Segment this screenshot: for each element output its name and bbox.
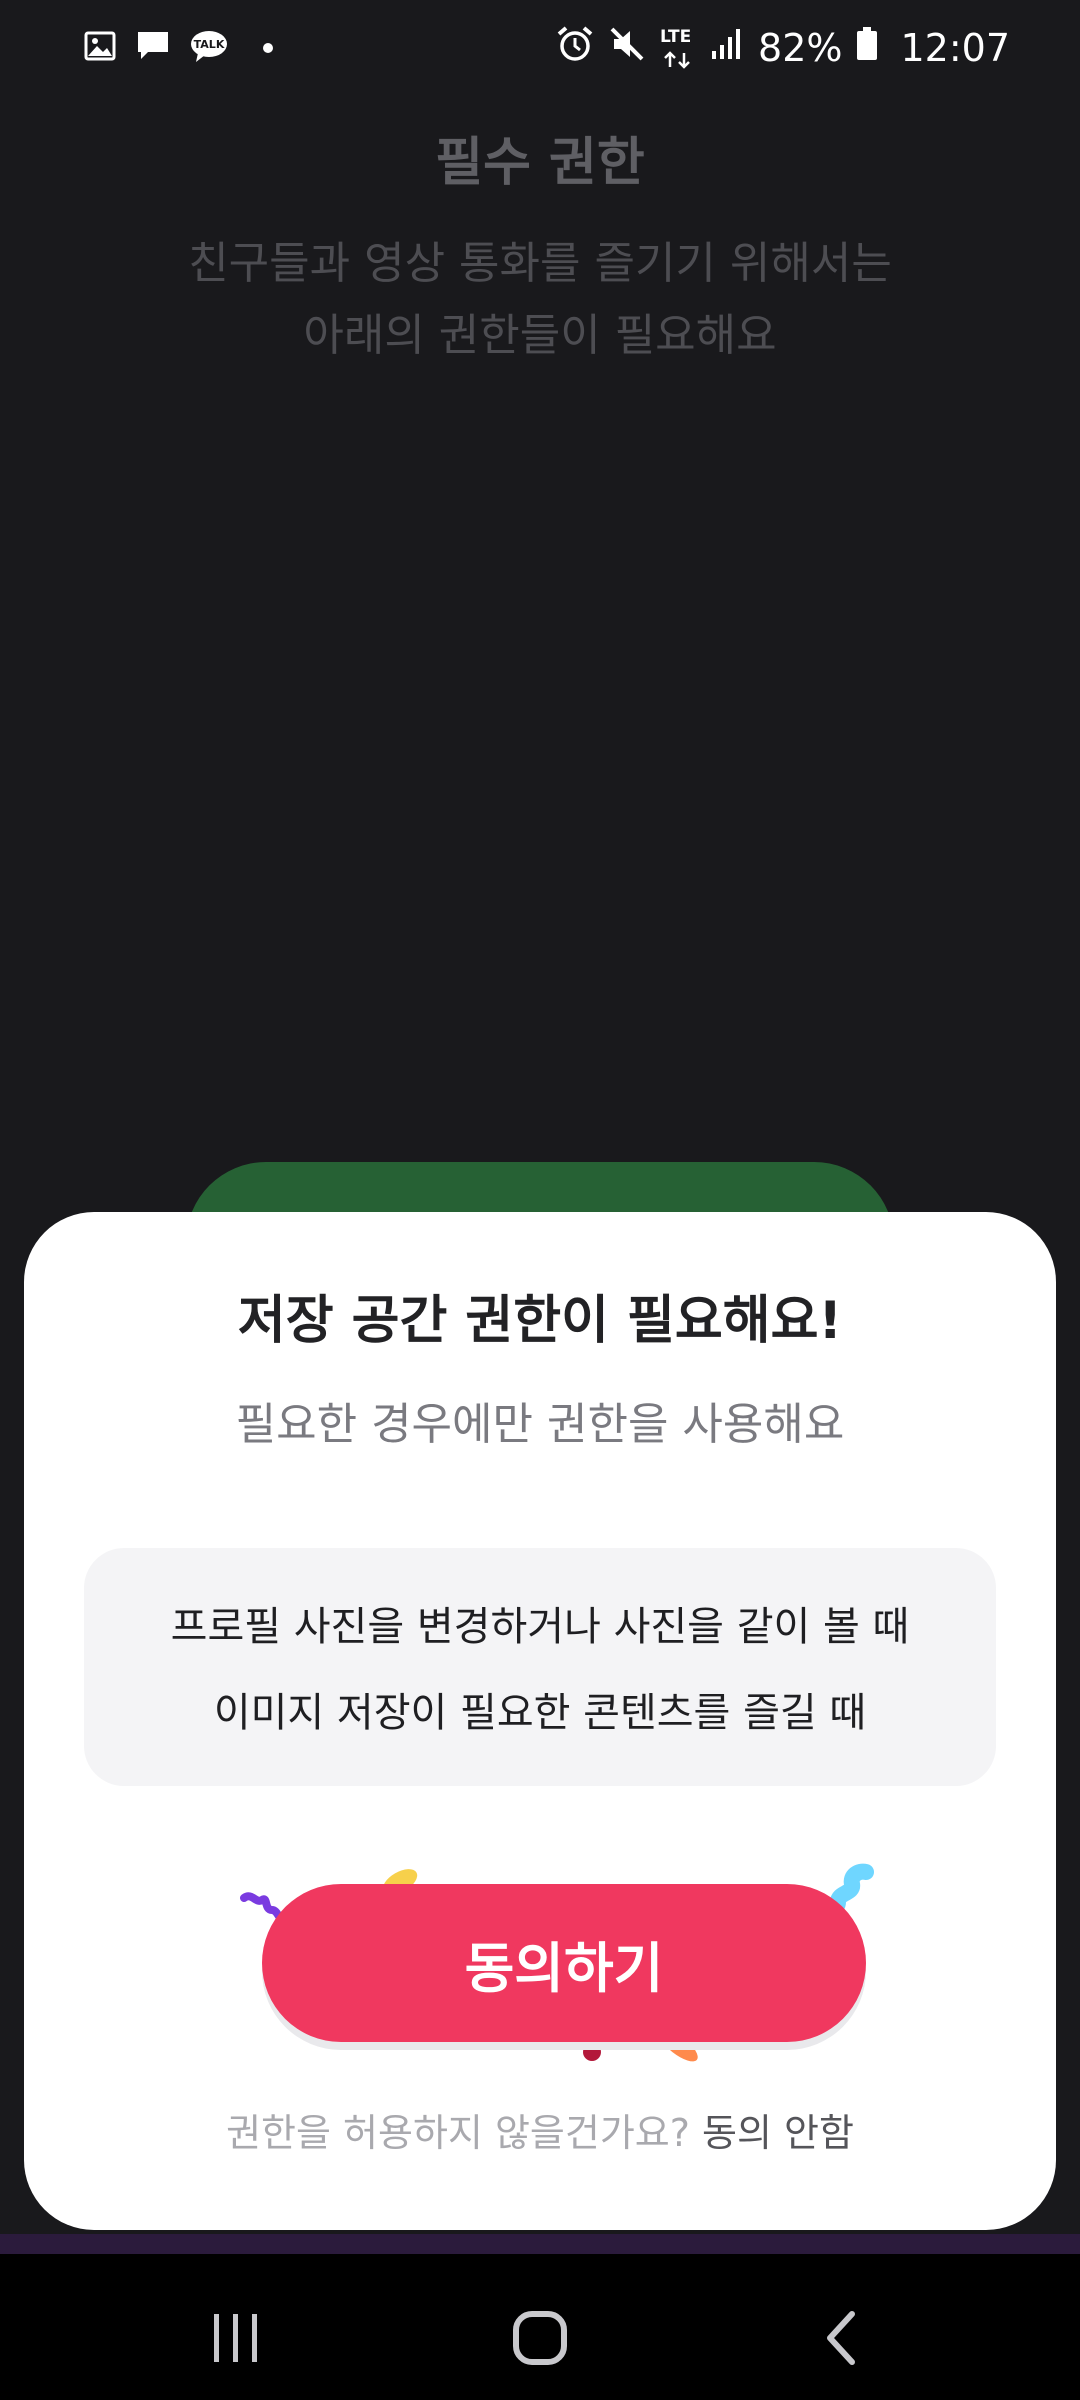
lte-label: LTE	[660, 27, 692, 47]
clock: 12:07	[900, 26, 1010, 70]
page-title: 필수 권한	[435, 133, 645, 193]
home-icon	[513, 2311, 567, 2365]
page-subtitle: 친구들과 영상 통화를 즐기기 위해서는 아래의 권한들이 필요해요	[0, 228, 1080, 372]
sheet-title: 저장 공간 권한이 필요해요!	[237, 1291, 843, 1351]
recents-button[interactable]	[196, 2298, 276, 2378]
usage-line-image-save: 이미지 저장이 필요한 콘텐츠를 즐길 때	[213, 1690, 867, 1736]
system-status: LTE 82% 12:07	[556, 20, 1010, 76]
mute-icon	[608, 25, 646, 72]
decline-row: 권한을 허용하지 않을건가요? 동의 안함	[24, 2102, 1056, 2157]
alarm-icon	[556, 25, 594, 72]
message-icon	[136, 30, 170, 66]
permission-usage-box: 프로필 사진을 변경하거나 사진을 같이 볼 때 이미지 저장이 필요한 콘텐츠…	[84, 1548, 996, 1786]
notification-icons: TALK	[84, 28, 274, 68]
kakaotalk-icon-label: TALK	[194, 38, 225, 51]
sheet-subtitle: 필요한 경우에만 권한을 사용해요	[235, 1399, 845, 1450]
system-nav-bar	[0, 2254, 1080, 2400]
page-subtitle-line2: 아래의 권한들이 필요해요	[303, 310, 777, 361]
home-button[interactable]	[500, 2298, 580, 2378]
recents-icon	[214, 2314, 257, 2362]
background-bottom-strip	[0, 2234, 1080, 2254]
page-subtitle-line1: 친구들과 영상 통화를 즐기기 위해서는	[188, 238, 892, 289]
battery-icon	[856, 26, 878, 70]
back-icon	[827, 2311, 855, 2365]
kakaotalk-icon: TALK	[190, 29, 228, 67]
lte-icon: LTE	[660, 25, 696, 71]
decline-link[interactable]: 동의 안함	[702, 2111, 854, 2155]
gallery-icon	[84, 30, 116, 66]
red-dot-icon	[583, 2043, 601, 2061]
decline-prompt: 권한을 허용하지 않을건가요?	[226, 2111, 690, 2155]
dot-icon	[262, 39, 274, 58]
permission-bottom-sheet: 저장 공간 권한이 필요해요! 필요한 경우에만 권한을 사용해요 프로필 사진…	[24, 1212, 1056, 2230]
agree-button[interactable]: 동의하기	[262, 1884, 866, 2042]
back-button[interactable]	[802, 2298, 882, 2378]
agree-button-area: 동의하기	[238, 1862, 898, 2072]
usage-line-profile-photo: 프로필 사진을 변경하거나 사진을 같이 볼 때	[170, 1604, 910, 1650]
status-bar: TALK LTE 82% 12:07	[0, 0, 1080, 96]
battery-percent: 82%	[758, 26, 843, 70]
signal-icon	[710, 26, 744, 70]
